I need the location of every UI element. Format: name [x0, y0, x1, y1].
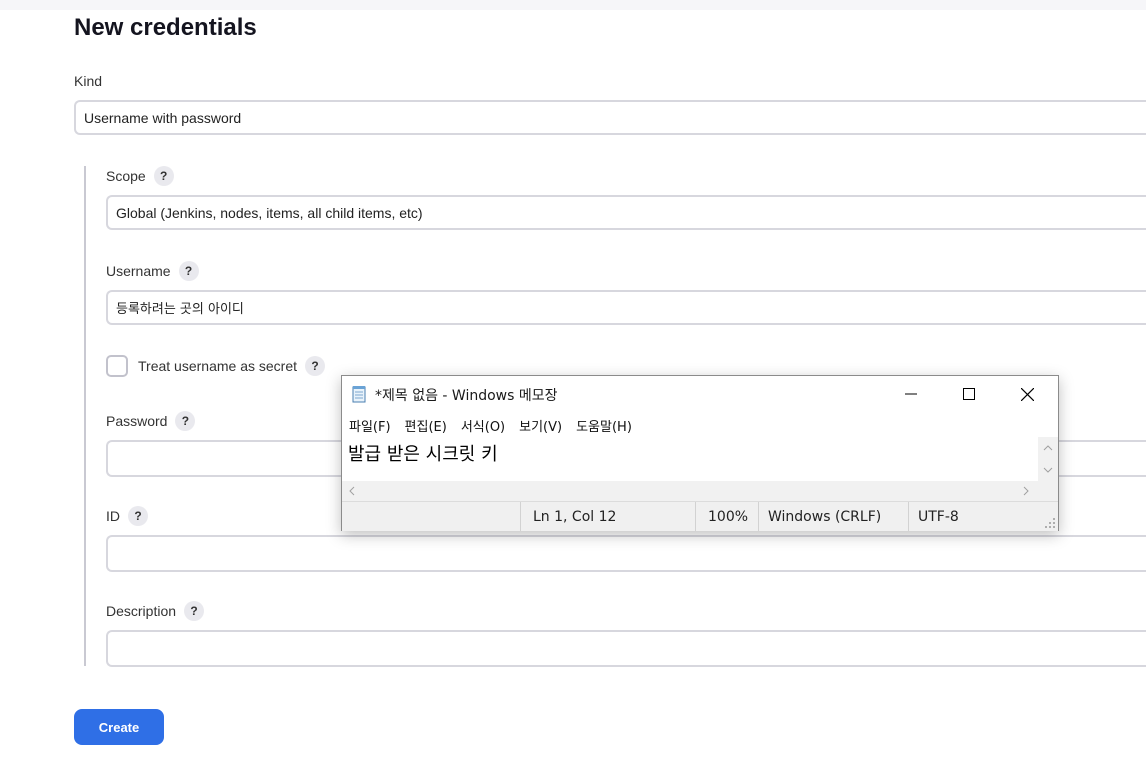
- scope-help-icon[interactable]: ?: [153, 166, 174, 186]
- kind-label-text: Kind: [74, 73, 103, 89]
- resize-grip-icon[interactable]: [1044, 517, 1056, 529]
- scope-label: Scope ?: [106, 166, 174, 186]
- kind-select-value: Username with password: [84, 109, 242, 126]
- menu-file[interactable]: 파일(F): [342, 413, 398, 437]
- treat-username-secret-text[interactable]: Treat username as secret: [138, 358, 297, 374]
- password-label-text: Password: [106, 413, 168, 429]
- scope-select-value: Global (Jenkins, nodes, items, all child…: [116, 204, 423, 221]
- kind-select[interactable]: Username with password: [74, 100, 1146, 135]
- page-title: New credentials: [74, 14, 257, 41]
- status-line-ending: Windows (CRLF): [758, 502, 908, 531]
- menu-edit[interactable]: 편집(E): [398, 413, 454, 437]
- username-input[interactable]: 등록하려는 곳의 아이디: [106, 290, 1146, 325]
- notepad-menubar: 파일(F) 편집(E) 서식(O) 보기(V) 도움말(H): [342, 413, 1058, 437]
- treat-secret-help-icon[interactable]: ?: [305, 356, 325, 376]
- menu-format[interactable]: 서식(O): [454, 413, 512, 437]
- id-label: ID ?: [106, 506, 148, 526]
- status-position-text: Ln 1, Col 12: [533, 508, 617, 525]
- scroll-arrows-icon: [1043, 445, 1053, 473]
- username-label-text: Username: [106, 263, 171, 279]
- section-divider: [84, 166, 86, 666]
- create-button[interactable]: Create: [74, 709, 164, 745]
- close-icon[interactable]: [998, 376, 1056, 412]
- status-line-ending-text: Windows (CRLF): [768, 508, 882, 525]
- status-position: Ln 1, Col 12: [520, 502, 695, 531]
- id-input[interactable]: [106, 535, 1146, 572]
- username-help-icon[interactable]: ?: [178, 261, 199, 281]
- username-label: Username ?: [106, 261, 199, 281]
- description-help-icon[interactable]: ?: [184, 601, 205, 621]
- id-help-icon[interactable]: ?: [128, 506, 148, 526]
- username-input-value: 등록하려는 곳의 아이디: [116, 302, 244, 317]
- description-input[interactable]: [106, 630, 1146, 667]
- notepad-statusbar: Ln 1, Col 12 100% Windows (CRLF) UTF-8: [342, 501, 1058, 531]
- horizontal-scrollbar[interactable]: [342, 481, 1058, 501]
- scope-select[interactable]: Global (Jenkins, nodes, items, all child…: [106, 195, 1146, 230]
- status-encoding: UTF-8: [908, 502, 1058, 531]
- treat-username-secret-checkbox[interactable]: [106, 355, 128, 377]
- status-zoom-text: 100%: [708, 508, 749, 525]
- description-label-text: Description: [106, 603, 177, 619]
- notepad-title: *제목 없음 - Windows 메모장: [375, 388, 558, 404]
- id-label-text: ID: [106, 508, 120, 524]
- menu-help[interactable]: 도움말(H): [569, 413, 639, 437]
- top-strip: [0, 0, 1146, 10]
- password-help-icon[interactable]: ?: [175, 411, 196, 431]
- minimize-icon[interactable]: [882, 376, 940, 412]
- menu-view[interactable]: 보기(V): [512, 413, 569, 437]
- description-label: Description ?: [106, 601, 205, 621]
- password-label: Password ?: [106, 411, 196, 431]
- notepad-titlebar[interactable]: *제목 없음 - Windows 메모장: [342, 376, 1058, 412]
- scope-label-text: Scope: [106, 168, 146, 184]
- notepad-text-area[interactable]: 발급 받은 시크릿 키: [342, 437, 1038, 481]
- kind-label: Kind: [74, 73, 102, 89]
- hscroll-arrows-icon: [349, 486, 1029, 496]
- status-encoding-text: UTF-8: [918, 508, 959, 525]
- status-zoom: 100%: [695, 502, 758, 531]
- vertical-scrollbar[interactable]: [1038, 437, 1058, 481]
- treat-username-secret-label: Treat username as secret ?: [138, 356, 325, 376]
- notepad-app-icon: [352, 386, 366, 403]
- maximize-icon[interactable]: [940, 376, 998, 412]
- notepad-window[interactable]: *제목 없음 - Windows 메모장 파일(F) 편집(E) 서식(O) 보…: [341, 375, 1059, 531]
